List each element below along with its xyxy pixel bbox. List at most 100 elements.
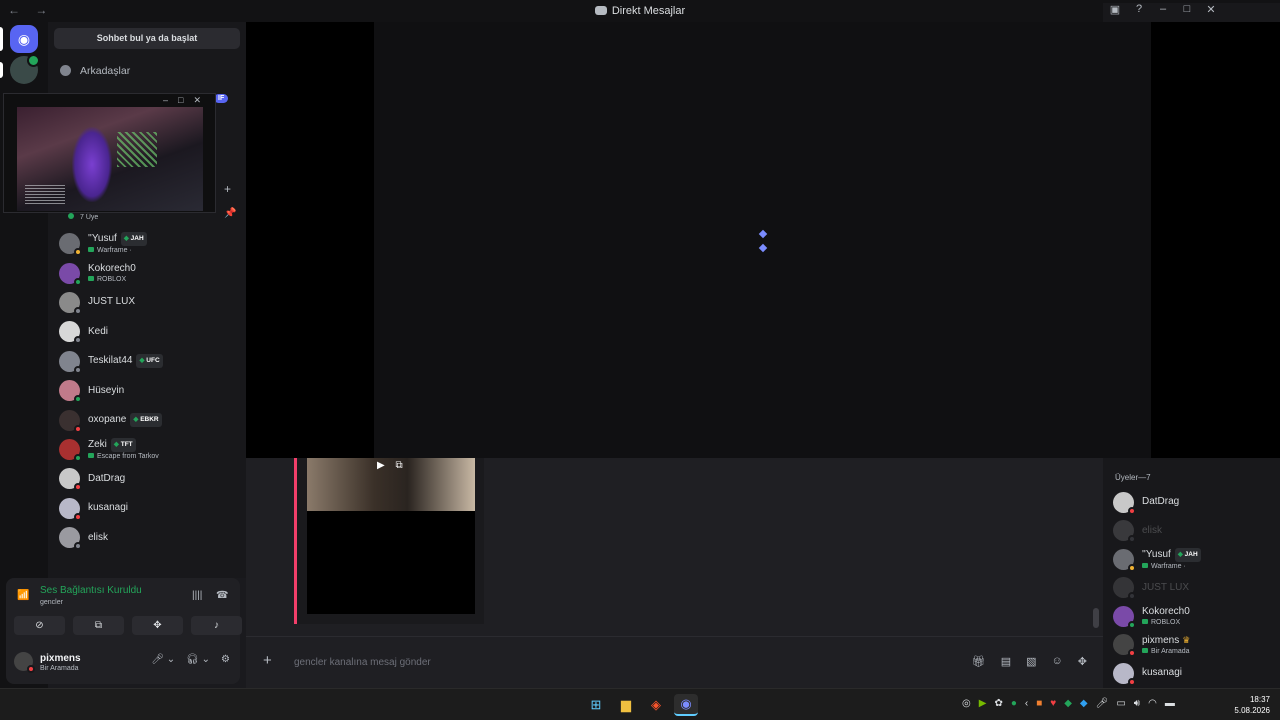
- emoji-icon[interactable]: ☺: [1052, 655, 1063, 668]
- microphone-icon[interactable]: 🎤︎ ⌄: [151, 654, 175, 665]
- member-name: elisk: [88, 532, 108, 544]
- guild-tag: ◆ TFT: [110, 437, 136, 452]
- member-name: Hüseyin: [88, 385, 124, 397]
- disconnect-icon[interactable]: ☎: [216, 590, 228, 601]
- status-dot: [74, 395, 82, 404]
- member-row[interactable]: oxopane ◆ EBKR: [54, 405, 240, 434]
- member-row[interactable]: ''Yusuf ◆ JAH Warframe ·: [54, 229, 240, 258]
- nvidia-icon[interactable]: ▶: [979, 698, 987, 709]
- member-row[interactable]: kusanagi: [54, 494, 240, 523]
- server-icon[interactable]: [10, 54, 40, 84]
- volume-icon[interactable]: 🔊︎: [1134, 698, 1140, 709]
- member-text: pixmens ♛ Bir Aramada: [1142, 634, 1190, 656]
- stream-viewport: [374, 22, 1151, 458]
- avatar: [59, 438, 82, 462]
- tray-app-icon[interactable]: ●: [1011, 698, 1017, 709]
- tray-app-icon[interactable]: ◎: [962, 698, 971, 709]
- member-name-text: pixmens: [1142, 634, 1180, 646]
- discord-taskbar-icon[interactable]: ◉: [674, 694, 698, 716]
- battery-icon[interactable]: ▬: [1165, 698, 1175, 709]
- avatar: [1113, 548, 1136, 572]
- find-conversation-button[interactable]: Sohbet bul ya da başlat: [54, 28, 240, 49]
- window-title: Direkt Mesajlar: [0, 5, 1280, 17]
- create-dm-icon[interactable]: +: [224, 182, 231, 196]
- avatar: [59, 262, 82, 286]
- member-name: DatDrag: [1142, 496, 1179, 508]
- add-attachment-icon[interactable]: +: [263, 652, 272, 669]
- message-input[interactable]: gencler kanalına mesaj gönder: [294, 657, 431, 668]
- avatar: [14, 652, 35, 673]
- tray-app-icon[interactable]: ◆: [1064, 698, 1072, 709]
- gift-icon[interactable]: 🎁︎: [972, 655, 986, 668]
- screen-share-button[interactable]: ⧉: [73, 616, 124, 635]
- file-explorer-icon[interactable]: ▆: [614, 694, 638, 716]
- member-row[interactable]: elisk: [54, 523, 240, 552]
- member-row[interactable]: DatDrag: [54, 464, 240, 493]
- direct-messages-button[interactable]: ◉: [10, 25, 38, 53]
- friends-link[interactable]: Arkadaşlar: [60, 65, 130, 77]
- sticker-icon[interactable]: ▧: [1026, 655, 1036, 668]
- member-name: Kedi: [88, 326, 108, 338]
- status-dot: [1128, 506, 1136, 515]
- status-dot: [74, 336, 82, 345]
- member-row[interactable]: DatDrag: [1113, 488, 1273, 517]
- member-row[interactable]: pixmens ♛ Bir Aramada: [1113, 631, 1273, 660]
- guild-tag: ◆ UFC: [136, 354, 163, 369]
- stream-stage[interactable]: [246, 22, 1280, 458]
- soundboard-button[interactable]: ♪: [191, 616, 242, 635]
- video-tile[interactable]: ▶ ⧉: [294, 458, 484, 624]
- member-text: Zeki ◆ TFT Escape from Tarkov: [88, 437, 159, 461]
- member-row[interactable]: kusanagi: [1113, 659, 1273, 688]
- wifi-icon[interactable]: ◠: [1148, 698, 1157, 709]
- tray-app-icon[interactable]: ◆: [1080, 698, 1088, 709]
- pin-icon[interactable]: 📌: [224, 208, 236, 219]
- member-text: kusanagi: [88, 502, 128, 514]
- tray-app-icon[interactable]: ♥: [1050, 698, 1056, 709]
- start-icon[interactable]: ⊞: [584, 694, 608, 716]
- gif-icon[interactable]: ▤: [1001, 655, 1011, 668]
- play-icon[interactable]: ▶ ⧉: [377, 460, 407, 471]
- user-panel[interactable]: pixmens Bir Aramada: [14, 652, 81, 673]
- headphones-icon[interactable]: 🎧︎ ⌄: [186, 654, 210, 665]
- clock-date: 5.08.2026: [1234, 706, 1270, 715]
- member-row[interactable]: Kokorech0 ROBLOX: [54, 258, 240, 287]
- member-row[interactable]: Zeki ◆ TFT Escape from Tarkov: [54, 435, 240, 464]
- apps-icon[interactable]: ✥: [1078, 655, 1087, 668]
- activities-button[interactable]: ✥: [132, 616, 183, 635]
- member-row[interactable]: ''Yusuf ◆ JAH Warframe ·: [1113, 545, 1273, 574]
- member-row[interactable]: elisk: [1113, 517, 1273, 546]
- member-row[interactable]: Kokorech0 ROBLOX: [1113, 602, 1273, 631]
- scrollbar[interactable]: [1093, 608, 1099, 628]
- pip-controls[interactable]: –□✕: [163, 95, 211, 106]
- status-dot: [74, 306, 82, 315]
- clock[interactable]: 18:37 5.08.2026: [1234, 694, 1270, 716]
- member-row[interactable]: Teskilat44 ◆ UFC: [54, 347, 240, 376]
- tray-app-icon[interactable]: ✿: [994, 698, 1002, 709]
- guild-tag-text: JAH: [130, 235, 144, 243]
- connection-signal-icon[interactable]: 📶: [17, 590, 29, 602]
- voice-channel[interactable]: gencler: [40, 599, 63, 606]
- brave-browser-icon[interactable]: ◈: [644, 694, 668, 716]
- member-text: elisk: [88, 532, 108, 544]
- tray-app-icon[interactable]: ■: [1036, 698, 1042, 709]
- member-name: kusanagi: [88, 502, 128, 514]
- crown-icon: ♛: [1182, 634, 1191, 645]
- pip-stream-window[interactable]: –□✕: [3, 93, 216, 213]
- member-row[interactable]: Kedi: [54, 317, 240, 346]
- member-row[interactable]: JUST LUX: [54, 288, 240, 317]
- member-name-text: ''Yusuf: [88, 233, 117, 245]
- microphone-tray-icon[interactable]: 🎤︎: [1096, 698, 1109, 709]
- member-text: ''Yusuf ◆ JAH Warframe ·: [88, 232, 147, 255]
- clock-time: 18:37: [1249, 695, 1270, 704]
- voice-status[interactable]: Ses Bağlantısı Kuruldu: [40, 585, 142, 596]
- camera-off-button[interactable]: ⊘: [14, 616, 65, 635]
- member-row[interactable]: Hüseyin: [54, 376, 240, 405]
- tray-app-icon[interactable]: ‹: [1025, 698, 1028, 709]
- member-row[interactable]: JUST LUX: [1113, 574, 1273, 603]
- network-icon[interactable]: ▭: [1116, 698, 1125, 709]
- server-indicator: [0, 62, 3, 78]
- taskbar-apps: ⊞ ▆ ◈ ◉: [584, 694, 698, 716]
- noise-suppression-icon[interactable]: ||||: [192, 590, 202, 601]
- status-dot: [1128, 592, 1136, 601]
- settings-gear-icon[interactable]: ⚙: [221, 654, 230, 665]
